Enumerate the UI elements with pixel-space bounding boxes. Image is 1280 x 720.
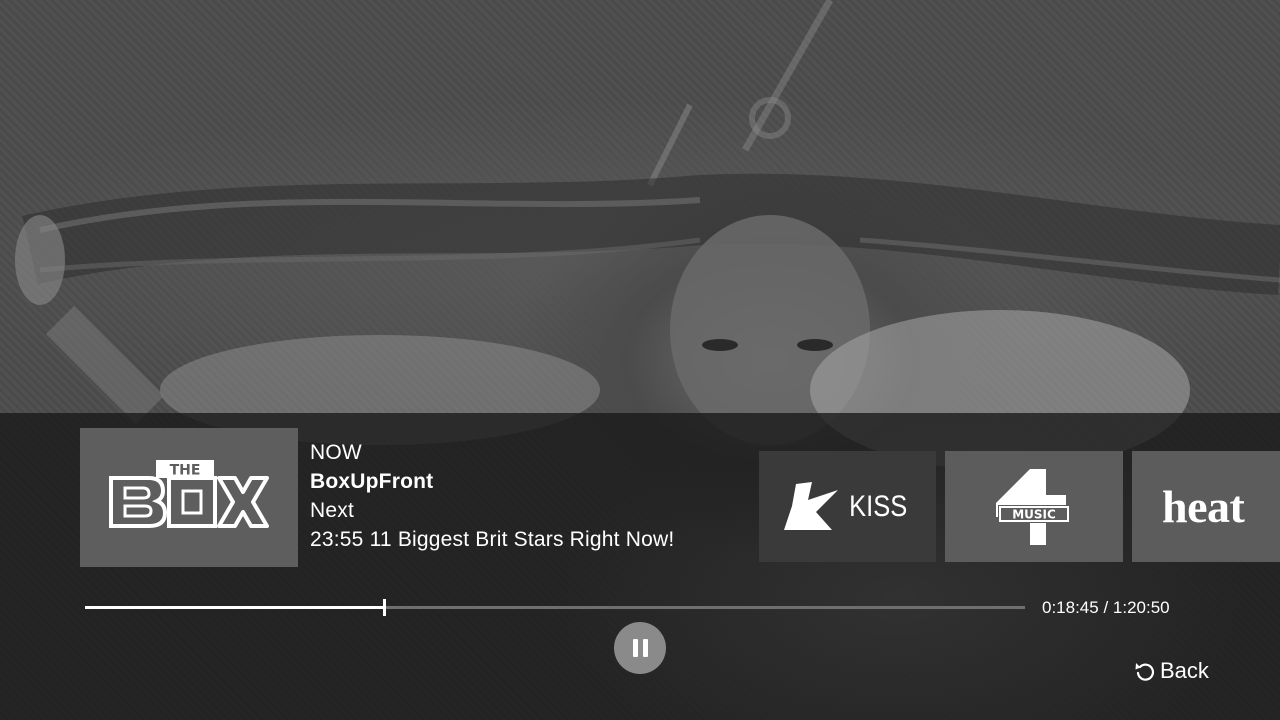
heat-logo-text: heat	[1162, 481, 1245, 532]
progress-fill	[85, 606, 385, 609]
4music-logo-icon: MUSIC	[996, 468, 1070, 545]
channel-tile-4music[interactable]: MUSIC	[945, 451, 1123, 562]
tv-player-screen: THE NOW BoxUpFront Next 23:55 11 Biggest…	[0, 0, 1280, 720]
now-title: BoxUpFront	[310, 470, 434, 493]
4music-logo-text: MUSIC	[1012, 507, 1056, 521]
next-title: 23:55 11 Biggest Brit Stars Right Now!	[310, 528, 675, 551]
pause-icon-bar	[642, 639, 648, 657]
channel-tile-heat[interactable]: heat	[1132, 451, 1280, 562]
progress-bar[interactable]	[85, 599, 1025, 616]
back-button[interactable]: Back	[1134, 658, 1209, 684]
progress-handle[interactable]	[383, 599, 387, 616]
current-channel-logo[interactable]: THE	[80, 428, 298, 567]
kiss-logo-text: KISS	[849, 489, 908, 523]
pause-button[interactable]	[614, 622, 666, 674]
channel-tile-kiss[interactable]: KISS	[759, 451, 936, 562]
now-label: NOW	[310, 441, 362, 464]
back-arrow-icon	[1135, 663, 1155, 681]
the-box-logo-icon: THE	[109, 459, 269, 528]
time-readout: 0:18:45 / 1:20:50	[1042, 598, 1170, 617]
next-label: Next	[310, 499, 354, 522]
programme-info: NOW BoxUpFront Next 23:55 11 Biggest Bri…	[310, 438, 674, 554]
kiss-k-icon	[784, 481, 839, 530]
back-label: Back	[1160, 658, 1209, 683]
pause-icon	[632, 639, 638, 657]
